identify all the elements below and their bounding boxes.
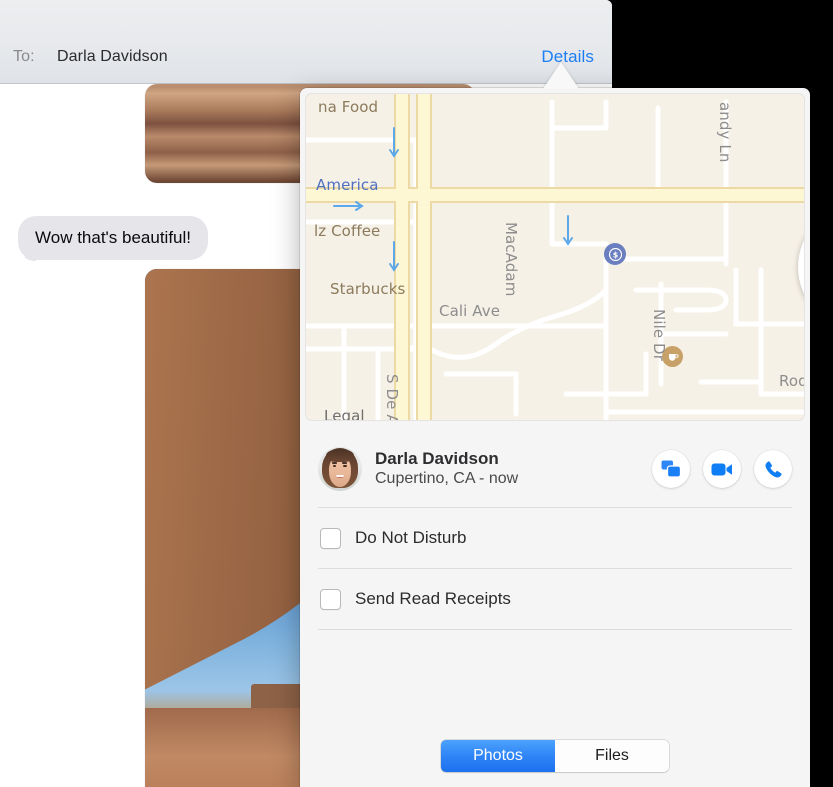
phone-icon [764, 460, 783, 479]
popover-arrow [543, 62, 579, 89]
contact-location-time: Cupertino, CA - now [375, 469, 652, 489]
screen-share-button[interactable] [652, 450, 690, 488]
map-label-legal: Legal [324, 407, 365, 420]
audio-call-button[interactable] [754, 450, 792, 488]
divider-3 [318, 629, 792, 630]
attachment-tabs: Photos Files [441, 740, 669, 772]
map-label-lz-coffee: lz Coffee [314, 222, 380, 240]
do-not-disturb-row[interactable]: Do Not Disturb [300, 508, 810, 568]
map-label-nile-dr: Nile Dr [650, 309, 668, 361]
map-label-na-food: na Food [318, 98, 378, 116]
location-map[interactable]: $ na Food America lz Coffee Starbucks Ca… [306, 94, 804, 420]
map-label-cali-ave: Cali Ave [439, 302, 500, 320]
contact-avatar [318, 447, 362, 491]
contact-actions [652, 450, 792, 488]
map-label-s-de-a: S De A [383, 374, 401, 420]
messages-toolbar: To: Darla Davidson Details [0, 0, 612, 84]
contact-summary-row[interactable]: Darla Davidson Cupertino, CA - now [300, 432, 810, 506]
send-read-receipts-checkbox[interactable] [320, 589, 341, 610]
do-not-disturb-label: Do Not Disturb [355, 528, 466, 548]
message-text: Wow that's beautiful! [35, 228, 191, 247]
contact-text-block: Darla Davidson Cupertino, CA - now [375, 449, 652, 490]
to-label: To: [13, 48, 35, 66]
svg-text:$: $ [612, 250, 618, 259]
map-label-rod: Rod [779, 372, 804, 390]
map-label-andy-ln: andy Ln [716, 102, 734, 162]
tab-photos[interactable]: Photos [441, 740, 555, 772]
video-call-button[interactable] [703, 450, 741, 488]
incoming-message-bubble[interactable]: Wow that's beautiful! [18, 216, 208, 260]
recipient-name: Darla Davidson [57, 48, 168, 66]
map-label-starbucks: Starbucks [330, 280, 405, 298]
screen-share-icon [661, 460, 681, 478]
map-label-macadam: MacAdam [502, 222, 520, 296]
do-not-disturb-checkbox[interactable] [320, 528, 341, 549]
send-read-receipts-row[interactable]: Send Read Receipts [300, 569, 810, 629]
send-read-receipts-label: Send Read Receipts [355, 589, 511, 609]
attachment-tabs-wrapper: Photos Files [300, 740, 810, 772]
tab-files[interactable]: Files [555, 740, 669, 772]
video-camera-icon [711, 462, 733, 477]
contact-name: Darla Davidson [375, 449, 652, 470]
screen: To: Darla Davidson Details Wow that's be… [0, 0, 833, 787]
map-label-america: America [316, 176, 379, 194]
details-popover: $ na Food America lz Coffee Starbucks Ca… [300, 88, 810, 787]
bank-icon: $ [604, 243, 626, 265]
